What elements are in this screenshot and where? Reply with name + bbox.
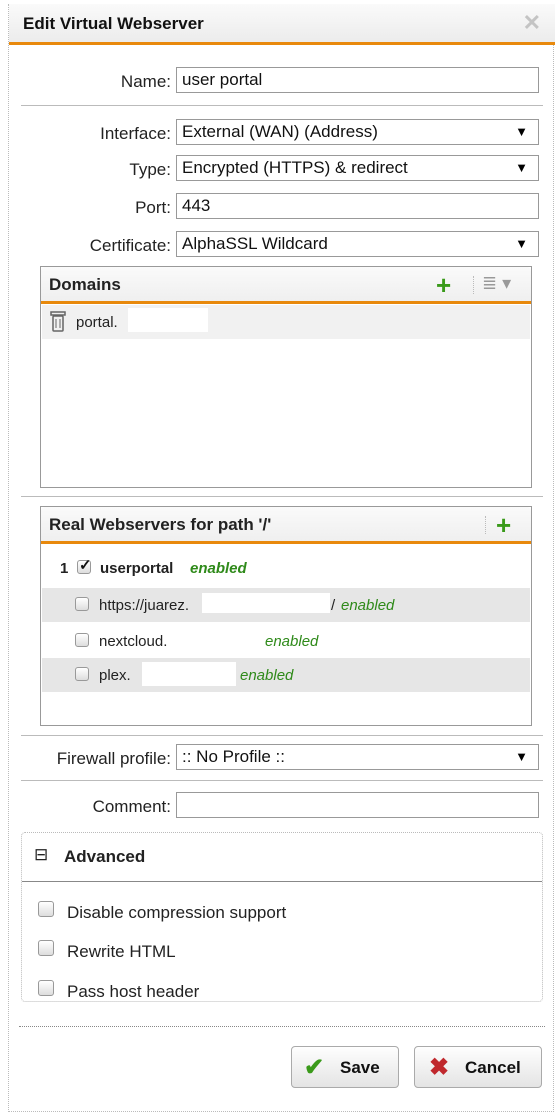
webservers-title: Real Webservers for path '/' [49, 515, 272, 534]
close-icon[interactable]: ✕ [523, 10, 541, 36]
certificate-select[interactable]: AlphaSSL Wildcard ▼ [176, 231, 539, 257]
port-label: Port: [135, 198, 171, 217]
webserver-checkbox[interactable] [75, 667, 89, 681]
webserver-status: enabled [265, 633, 319, 650]
rewrite-html-checkbox[interactable] [38, 940, 54, 956]
domains-panel-header: Domains + ≣ ▾ [41, 267, 531, 304]
redacted-area [202, 593, 330, 613]
certificate-label: Certificate: [89, 236, 171, 255]
divider [21, 780, 543, 781]
advanced-section: ⊟ Advanced Disable compression support R… [21, 832, 543, 1002]
interface-select[interactable]: External (WAN) (Address) ▼ [176, 119, 539, 145]
dialog-titlebar: Edit Virtual Webserver ✕ [9, 4, 555, 45]
webservers-panel-header: Real Webservers for path '/' + [41, 507, 531, 544]
webserver-url: nextcloud. [99, 633, 168, 650]
webserver-url: plex. [99, 667, 131, 684]
add-icon[interactable]: + [436, 272, 451, 298]
domains-title: Domains [49, 275, 121, 294]
webserver-checkbox[interactable] [75, 597, 89, 611]
cross-icon: ✖ [429, 1054, 450, 1081]
webserver-checkbox[interactable] [75, 633, 89, 647]
webservers-panel: Real Webservers for path '/' + 1 userpor… [40, 506, 532, 726]
add-icon[interactable]: + [496, 512, 511, 538]
webserver-url-suffix: / [331, 597, 336, 614]
check-icon: ✔ [304, 1054, 325, 1081]
webserver-url: https://juarez. [99, 597, 190, 614]
interface-label: Interface: [100, 124, 171, 143]
redacted-area [182, 629, 262, 651]
name-label: Name: [120, 72, 171, 91]
webserver-group-row[interactable]: 1 userportal enabled [42, 552, 530, 586]
webserver-row[interactable]: https://juarez. / enabled [42, 588, 530, 622]
webserver-row[interactable]: nextcloud. enabled [42, 624, 530, 658]
save-button[interactable]: ✔ Save [291, 1046, 399, 1088]
group-status: enabled [190, 560, 247, 577]
rewrite-html-label: Rewrite HTML [67, 942, 176, 961]
dropdown-arrow-icon: ▼ [515, 236, 528, 251]
pass-host-header-label: Pass host header [67, 982, 200, 1001]
firewall-profile-label: Firewall profile: [56, 749, 171, 768]
webserver-row[interactable]: plex. enabled [42, 658, 530, 692]
dialog-title: Edit Virtual Webserver [23, 14, 204, 33]
comment-label: Comment: [92, 797, 171, 816]
comment-input[interactable] [176, 792, 539, 818]
dropdown-arrow-icon: ▼ [515, 749, 528, 764]
advanced-header[interactable]: ⊟ Advanced [22, 833, 542, 882]
disable-compression-checkbox[interactable] [38, 901, 54, 917]
type-select[interactable]: Encrypted (HTTPS) & redirect ▼ [176, 155, 539, 181]
redacted-area [142, 662, 236, 686]
disable-compression-label: Disable compression support [67, 903, 287, 922]
name-input[interactable]: user portal [176, 67, 539, 93]
firewall-profile-select[interactable]: :: No Profile :: ▼ [176, 744, 539, 770]
trash-icon[interactable] [50, 311, 66, 333]
firewall-profile-value: :: No Profile :: [182, 747, 285, 766]
domains-panel: Domains + ≣ ▾ portal. [40, 266, 532, 488]
domain-row[interactable]: portal. [42, 305, 530, 339]
edit-virtual-webserver-dialog: Edit Virtual Webserver ✕ Name: user port… [8, 4, 555, 1112]
cancel-button[interactable]: ✖ Cancel [414, 1046, 542, 1088]
port-input[interactable]: 443 [176, 193, 539, 219]
group-name: userportal [100, 560, 174, 577]
webserver-status: enabled [341, 597, 395, 614]
toolbar-separator [485, 516, 486, 534]
type-label: Type: [129, 160, 171, 179]
toolbar-separator [473, 276, 474, 294]
redacted-area [128, 308, 208, 332]
group-checkbox[interactable] [77, 556, 92, 574]
domain-name: portal. [76, 314, 118, 331]
save-label: Save [340, 1058, 380, 1077]
advanced-title: Advanced [64, 847, 146, 866]
footer-divider [19, 1026, 545, 1027]
cancel-label: Cancel [465, 1058, 521, 1077]
pass-host-header-checkbox[interactable] [38, 980, 54, 996]
dropdown-arrow-icon: ▼ [515, 124, 528, 139]
collapse-icon[interactable]: ⊟ [34, 845, 48, 865]
webserver-status: enabled [240, 667, 294, 684]
interface-select-value: External (WAN) (Address) [182, 122, 378, 141]
divider [21, 105, 543, 106]
list-menu-icon[interactable]: ≣ ▾ [482, 273, 511, 294]
divider [21, 496, 543, 497]
divider [21, 735, 543, 736]
group-index: 1 [60, 560, 69, 577]
type-select-value: Encrypted (HTTPS) & redirect [182, 158, 408, 177]
dropdown-arrow-icon: ▼ [515, 160, 528, 175]
certificate-select-value: AlphaSSL Wildcard [182, 234, 328, 253]
